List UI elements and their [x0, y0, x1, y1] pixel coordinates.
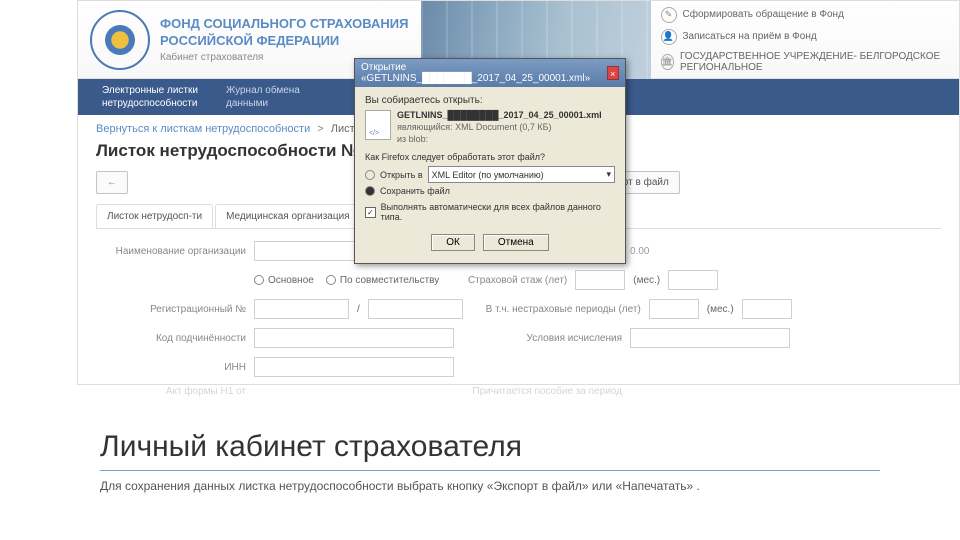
- link-institution[interactable]: 🏛 ГОСУДАРСТВЕННОЕ УЧРЕЖДЕНИЕ- БЕЛГОРОДСК…: [661, 48, 950, 76]
- breadcrumb-sep: >: [317, 123, 323, 135]
- employment-type-group: Основное По совместительству: [254, 275, 439, 286]
- slide-title: Личный кабинет страхователя: [100, 430, 880, 464]
- label-reg-no: Регистрационный №: [96, 304, 246, 315]
- app-select[interactable]: XML Editor (по умолчанию) ▾: [428, 166, 615, 183]
- open-with-label: Открыть в: [380, 170, 423, 180]
- pencil-icon: ✎: [661, 7, 677, 23]
- radio-open-with[interactable]: [365, 170, 375, 180]
- dialog-question: Как Firefox следует обработать этот файл…: [365, 152, 615, 162]
- slide-caption-block: Личный кабинет страхователя Для сохранен…: [100, 430, 880, 493]
- label-inn: ИНН: [96, 362, 246, 373]
- slide-margin: [0, 0, 77, 540]
- reg-no-input-2[interactable]: [368, 299, 463, 319]
- nav-eln[interactable]: Электронные листки нетрудоспособности: [88, 80, 212, 114]
- link-appointment[interactable]: 👤 Записаться на приём в Фонд: [661, 26, 950, 48]
- radio-parttime-label: По совместительству: [340, 275, 439, 286]
- sub-code-input[interactable]: [254, 328, 454, 348]
- tab-eln[interactable]: Листок нетрудосп-ти: [96, 204, 213, 228]
- label-months: (мес.): [633, 275, 660, 286]
- slide-caption: Для сохранения данных листка нетрудоспос…: [100, 479, 880, 493]
- person-icon: 👤: [661, 29, 677, 45]
- org-title-line1: ФОНД СОЦИАЛЬНОГО СТРАХОВАНИЯ: [160, 16, 409, 33]
- building-icon: 🏛: [661, 54, 674, 70]
- label-benefit-period: Причитается пособие за период: [462, 386, 622, 397]
- link-appeal[interactable]: ✎ Сформировать обращение в Фонд: [661, 4, 950, 26]
- radio-save-file[interactable]: [365, 186, 375, 196]
- dialog-titlebar[interactable]: Открытие «GETLNINS_███████_2017_04_25_00…: [355, 59, 625, 87]
- arrow-left-icon: ←: [107, 177, 117, 188]
- tab-med-org[interactable]: Медицинская организация: [215, 204, 361, 228]
- dialog-file-type: являющийся: XML Document (0,7 КБ): [397, 122, 602, 132]
- link-label: Сформировать обращение в Фонд: [683, 9, 844, 20]
- close-icon[interactable]: ×: [607, 66, 619, 80]
- nav-exchange-log[interactable]: Журнал обмена данными: [212, 80, 314, 114]
- label-calc-cond: Условия исчисления: [462, 333, 622, 344]
- radio-main-label: Основное: [268, 275, 314, 286]
- dialog-file-name: GETLNINS_████████_2017_04_25_00001.xml: [397, 110, 602, 120]
- slash: /: [357, 304, 360, 315]
- reg-no-input-1[interactable]: [254, 299, 349, 319]
- label-ins-years: Страховой стаж (лет): [447, 275, 567, 286]
- label-org-name: Наименование организации: [96, 246, 246, 257]
- org-title-line2: РОССИЙСКОЙ ФЕДЕРАЦИИ: [160, 33, 409, 50]
- dialog-file-source: из blob:: [397, 134, 602, 144]
- calc-cond-input[interactable]: [630, 328, 790, 348]
- nonins-months-input[interactable]: [742, 299, 792, 319]
- file-download-dialog: Открытие «GETLNINS_███████_2017_04_25_00…: [354, 58, 626, 264]
- fss-emblem-icon: [90, 10, 150, 70]
- link-label: Записаться на приём в Фонд: [683, 31, 817, 42]
- inn-input[interactable]: [254, 357, 454, 377]
- dialog-title-text: Открытие «GETLNINS_███████_2017_04_25_00…: [361, 62, 603, 84]
- cancel-button[interactable]: Отмена: [483, 234, 549, 251]
- back-button[interactable]: ←: [96, 171, 128, 194]
- chevron-down-icon: ▾: [606, 169, 611, 180]
- label-sub-code: Код подчинённости: [96, 333, 246, 344]
- title-underline: [100, 470, 880, 471]
- xml-file-icon: [365, 110, 391, 140]
- ins-months-input[interactable]: [668, 270, 718, 290]
- header-links: ✎ Сформировать обращение в Фонд 👤 Записа…: [651, 0, 960, 80]
- avg-pay-value: 0.00: [630, 246, 649, 257]
- nonins-years-input[interactable]: [649, 299, 699, 319]
- link-label: ГОСУДАРСТВЕННОЕ УЧРЕЖДЕНИЕ- БЕЛГОРОДСКОЕ…: [680, 51, 949, 73]
- app-select-value: XML Editor (по умолчанию): [432, 170, 544, 180]
- radio-parttime[interactable]: [326, 275, 336, 285]
- save-file-label: Сохранить файл: [380, 186, 450, 196]
- label-months-2: (мес.): [707, 304, 734, 315]
- ok-button[interactable]: ОК: [431, 234, 475, 251]
- breadcrumb-back[interactable]: Вернуться к листкам нетрудоспособности: [96, 123, 310, 135]
- ins-years-input[interactable]: [575, 270, 625, 290]
- radio-main[interactable]: [254, 275, 264, 285]
- dialog-prompt: Вы собираетесь открыть:: [365, 95, 615, 106]
- label-nonins: В т.ч. нестраховые периоды (лет): [471, 304, 641, 315]
- label-act-n1: Акт формы Н1 от: [96, 386, 246, 397]
- remember-label: Выполнять автоматически для всех файлов …: [381, 202, 615, 222]
- remember-checkbox[interactable]: ✓: [365, 207, 376, 218]
